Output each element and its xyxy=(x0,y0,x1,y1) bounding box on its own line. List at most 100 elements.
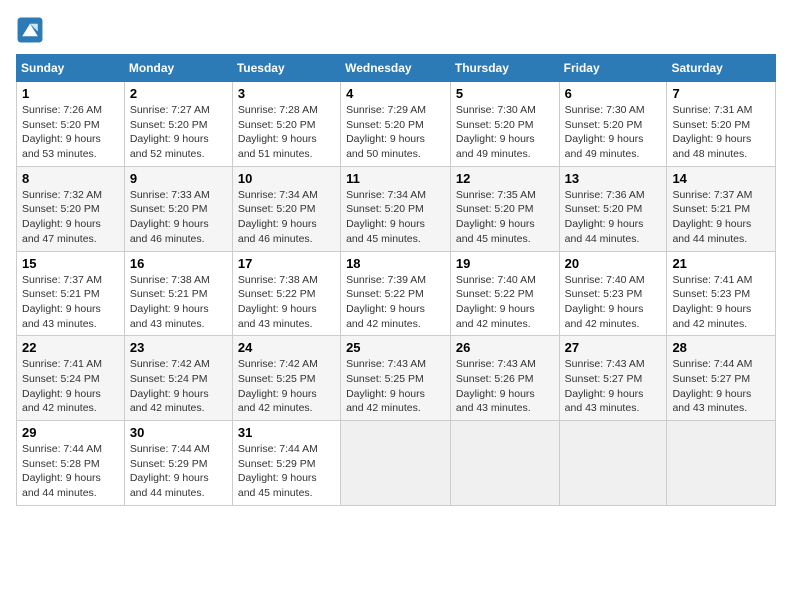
day-info: Sunrise: 7:44 AMSunset: 5:29 PMDaylight:… xyxy=(238,442,335,501)
day-number: 24 xyxy=(238,340,335,355)
day-info: Sunrise: 7:44 AMSunset: 5:27 PMDaylight:… xyxy=(672,357,770,416)
day-number: 23 xyxy=(130,340,227,355)
calendar-day-cell: 5 Sunrise: 7:30 AMSunset: 5:20 PMDaylight… xyxy=(450,82,559,167)
day-info: Sunrise: 7:30 AMSunset: 5:20 PMDaylight:… xyxy=(565,103,662,162)
calendar-day-cell: 7 Sunrise: 7:31 AMSunset: 5:20 PMDaylight… xyxy=(667,82,776,167)
calendar-day-cell: 9 Sunrise: 7:33 AMSunset: 5:20 PMDaylight… xyxy=(124,166,232,251)
weekday-header-cell: Tuesday xyxy=(232,55,340,82)
calendar-day-cell: 8Sunrise: 7:32 AMSunset: 5:20 PMDaylight… xyxy=(17,166,125,251)
day-number: 26 xyxy=(456,340,554,355)
weekday-header-row: SundayMondayTuesdayWednesdayThursdayFrid… xyxy=(17,55,776,82)
calendar-day-cell: 25 Sunrise: 7:43 AMSunset: 5:25 PMDayligh… xyxy=(341,336,451,421)
day-number: 21 xyxy=(672,256,770,271)
calendar-day-cell xyxy=(559,421,667,506)
day-info: Sunrise: 7:41 AMSunset: 5:23 PMDaylight:… xyxy=(672,273,770,332)
day-number: 5 xyxy=(456,86,554,101)
day-info: Sunrise: 7:43 AMSunset: 5:26 PMDaylight:… xyxy=(456,357,554,416)
day-number: 25 xyxy=(346,340,445,355)
day-number: 9 xyxy=(130,171,227,186)
day-number: 20 xyxy=(565,256,662,271)
calendar-body: 1 Sunrise: 7:26 AMSunset: 5:20 PMDaylight… xyxy=(17,82,776,506)
day-number: 2 xyxy=(130,86,227,101)
calendar-day-cell: 22Sunrise: 7:41 AMSunset: 5:24 PMDayligh… xyxy=(17,336,125,421)
calendar-day-cell: 30 Sunrise: 7:44 AMSunset: 5:29 PMDayligh… xyxy=(124,421,232,506)
day-number: 1 xyxy=(22,86,119,101)
calendar-day-cell: 11 Sunrise: 7:34 AMSunset: 5:20 PMDayligh… xyxy=(341,166,451,251)
day-info: Sunrise: 7:28 AMSunset: 5:20 PMDaylight:… xyxy=(238,103,335,162)
calendar-week-row: 29 Sunrise: 7:44 AMSunset: 5:28 PMDayligh… xyxy=(17,421,776,506)
calendar-day-cell: 31 Sunrise: 7:44 AMSunset: 5:29 PMDayligh… xyxy=(232,421,340,506)
day-info: Sunrise: 7:40 AMSunset: 5:23 PMDaylight:… xyxy=(565,273,662,332)
weekday-header-cell: Monday xyxy=(124,55,232,82)
calendar-day-cell: 21 Sunrise: 7:41 AMSunset: 5:23 PMDayligh… xyxy=(667,251,776,336)
calendar-day-cell: 18 Sunrise: 7:39 AMSunset: 5:22 PMDayligh… xyxy=(341,251,451,336)
calendar-day-cell: 27 Sunrise: 7:43 AMSunset: 5:27 PMDayligh… xyxy=(559,336,667,421)
day-info: Sunrise: 7:34 AMSunset: 5:20 PMDaylight:… xyxy=(346,188,445,247)
day-info: Sunrise: 7:30 AMSunset: 5:20 PMDaylight:… xyxy=(456,103,554,162)
calendar-day-cell: 10Sunrise: 7:34 AMSunset: 5:20 PMDayligh… xyxy=(232,166,340,251)
calendar-day-cell xyxy=(667,421,776,506)
day-info: Sunrise: 7:37 AMSunset: 5:21 PMDaylight:… xyxy=(672,188,770,247)
calendar-day-cell: 16Sunrise: 7:38 AMSunset: 5:21 PMDayligh… xyxy=(124,251,232,336)
calendar-day-cell: 14 Sunrise: 7:37 AMSunset: 5:21 PMDayligh… xyxy=(667,166,776,251)
calendar-week-row: 1 Sunrise: 7:26 AMSunset: 5:20 PMDaylight… xyxy=(17,82,776,167)
day-info: Sunrise: 7:33 AMSunset: 5:20 PMDaylight:… xyxy=(130,188,227,247)
calendar-table: SundayMondayTuesdayWednesdayThursdayFrid… xyxy=(16,54,776,506)
calendar-day-cell: 4 Sunrise: 7:29 AMSunset: 5:20 PMDaylight… xyxy=(341,82,451,167)
day-info: Sunrise: 7:31 AMSunset: 5:20 PMDaylight:… xyxy=(672,103,770,162)
weekday-header-cell: Saturday xyxy=(667,55,776,82)
day-number: 28 xyxy=(672,340,770,355)
day-number: 4 xyxy=(346,86,445,101)
day-number: 27 xyxy=(565,340,662,355)
day-info: Sunrise: 7:43 AMSunset: 5:27 PMDaylight:… xyxy=(565,357,662,416)
day-number: 8 xyxy=(22,171,119,186)
day-number: 13 xyxy=(565,171,662,186)
day-info: Sunrise: 7:38 AMSunset: 5:22 PMDaylight:… xyxy=(238,273,335,332)
day-info: Sunrise: 7:41 AMSunset: 5:24 PMDaylight:… xyxy=(22,357,119,416)
day-number: 31 xyxy=(238,425,335,440)
day-info: Sunrise: 7:40 AMSunset: 5:22 PMDaylight:… xyxy=(456,273,554,332)
weekday-header-cell: Thursday xyxy=(450,55,559,82)
calendar-day-cell: 19Sunrise: 7:40 AMSunset: 5:22 PMDayligh… xyxy=(450,251,559,336)
calendar-week-row: 8Sunrise: 7:32 AMSunset: 5:20 PMDaylight… xyxy=(17,166,776,251)
day-number: 29 xyxy=(22,425,119,440)
weekday-header-cell: Friday xyxy=(559,55,667,82)
day-number: 30 xyxy=(130,425,227,440)
calendar-day-cell: 6 Sunrise: 7:30 AMSunset: 5:20 PMDaylight… xyxy=(559,82,667,167)
calendar-day-cell: 1 Sunrise: 7:26 AMSunset: 5:20 PMDaylight… xyxy=(17,82,125,167)
calendar-day-cell: 15 Sunrise: 7:37 AMSunset: 5:21 PMDayligh… xyxy=(17,251,125,336)
calendar-week-row: 15 Sunrise: 7:37 AMSunset: 5:21 PMDayligh… xyxy=(17,251,776,336)
calendar-day-cell: 24Sunrise: 7:42 AMSunset: 5:25 PMDayligh… xyxy=(232,336,340,421)
day-number: 17 xyxy=(238,256,335,271)
day-number: 11 xyxy=(346,171,445,186)
calendar-day-cell: 29 Sunrise: 7:44 AMSunset: 5:28 PMDayligh… xyxy=(17,421,125,506)
calendar-day-cell: 3Sunrise: 7:28 AMSunset: 5:20 PMDaylight… xyxy=(232,82,340,167)
calendar-day-cell: 12 Sunrise: 7:35 AMSunset: 5:20 PMDayligh… xyxy=(450,166,559,251)
day-info: Sunrise: 7:39 AMSunset: 5:22 PMDaylight:… xyxy=(346,273,445,332)
calendar-day-cell: 28 Sunrise: 7:44 AMSunset: 5:27 PMDayligh… xyxy=(667,336,776,421)
day-number: 18 xyxy=(346,256,445,271)
day-info: Sunrise: 7:42 AMSunset: 5:24 PMDaylight:… xyxy=(130,357,227,416)
calendar-day-cell: 2Sunrise: 7:27 AMSunset: 5:20 PMDaylight… xyxy=(124,82,232,167)
calendar-day-cell xyxy=(341,421,451,506)
day-info: Sunrise: 7:44 AMSunset: 5:28 PMDaylight:… xyxy=(22,442,119,501)
day-info: Sunrise: 7:43 AMSunset: 5:25 PMDaylight:… xyxy=(346,357,445,416)
day-number: 12 xyxy=(456,171,554,186)
logo xyxy=(16,16,48,44)
day-info: Sunrise: 7:37 AMSunset: 5:21 PMDaylight:… xyxy=(22,273,119,332)
day-number: 6 xyxy=(565,86,662,101)
day-number: 7 xyxy=(672,86,770,101)
day-info: Sunrise: 7:36 AMSunset: 5:20 PMDaylight:… xyxy=(565,188,662,247)
calendar-day-cell: 26 Sunrise: 7:43 AMSunset: 5:26 PMDayligh… xyxy=(450,336,559,421)
day-info: Sunrise: 7:38 AMSunset: 5:21 PMDaylight:… xyxy=(130,273,227,332)
day-number: 15 xyxy=(22,256,119,271)
calendar-day-cell: 20 Sunrise: 7:40 AMSunset: 5:23 PMDayligh… xyxy=(559,251,667,336)
day-info: Sunrise: 7:29 AMSunset: 5:20 PMDaylight:… xyxy=(346,103,445,162)
day-number: 14 xyxy=(672,171,770,186)
logo-icon xyxy=(16,16,44,44)
day-info: Sunrise: 7:44 AMSunset: 5:29 PMDaylight:… xyxy=(130,442,227,501)
calendar-week-row: 22Sunrise: 7:41 AMSunset: 5:24 PMDayligh… xyxy=(17,336,776,421)
page-header xyxy=(16,16,776,44)
day-info: Sunrise: 7:35 AMSunset: 5:20 PMDaylight:… xyxy=(456,188,554,247)
day-info: Sunrise: 7:26 AMSunset: 5:20 PMDaylight:… xyxy=(22,103,119,162)
